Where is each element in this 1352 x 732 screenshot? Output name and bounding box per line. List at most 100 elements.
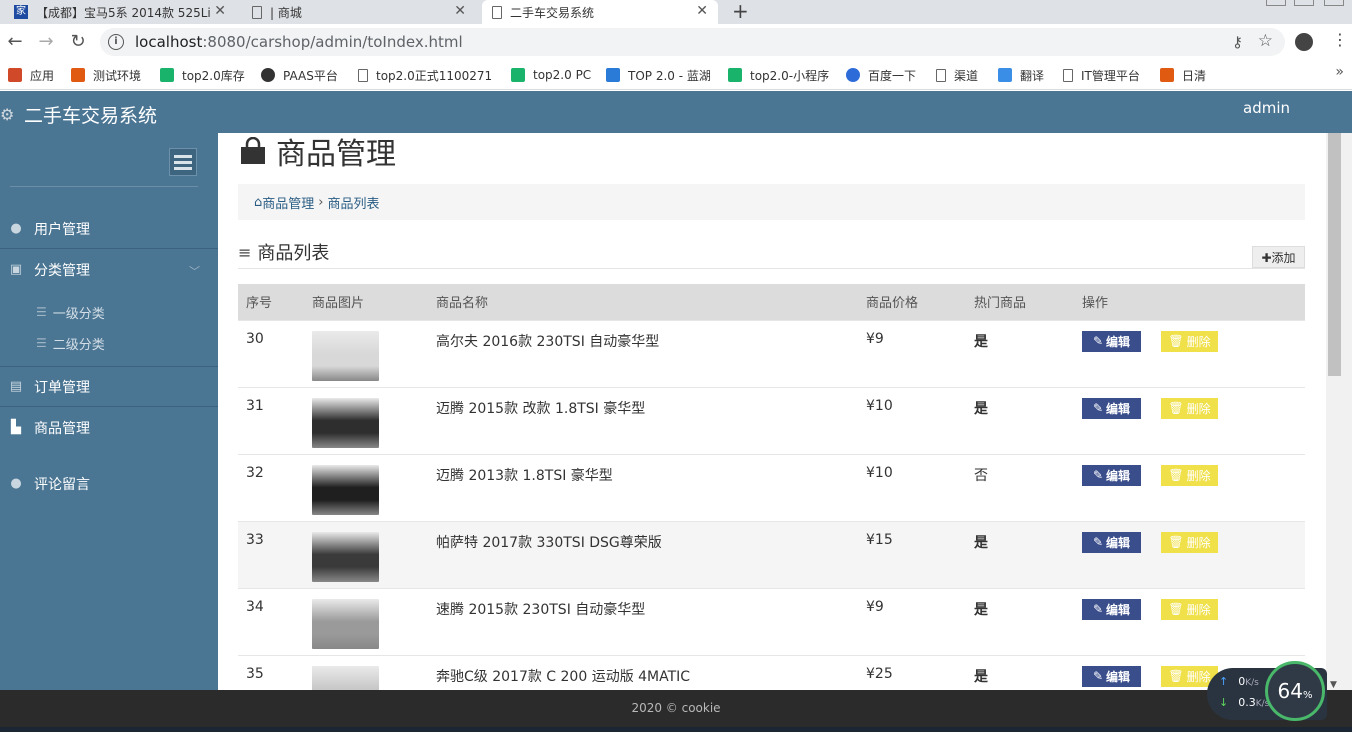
delete-button[interactable]: 🗑 删除 [1161, 464, 1218, 486]
delete-button[interactable]: 🗑 删除 [1161, 397, 1218, 419]
sidebar-item-products[interactable]: ▙ 商品管理 [0, 409, 218, 447]
product-image[interactable] [312, 531, 379, 582]
sidebar-item-categories[interactable]: ▣ 分类管理 ﹀ [0, 251, 218, 289]
bookmark-item[interactable]: top2.0 PC [511, 66, 591, 84]
user-icon: ● [10, 476, 22, 491]
profile-avatar-icon[interactable] [1295, 33, 1313, 51]
edit-button[interactable]: ✎ 编辑 [1082, 397, 1141, 419]
bookmark-item[interactable]: 渠道 [936, 66, 978, 84]
scroll-down-arrow-icon[interactable]: ▼ [1330, 680, 1337, 690]
edit-label: 编辑 [1106, 401, 1131, 416]
product-image-cell [304, 654, 428, 690]
list-icon: ☰ [36, 305, 47, 319]
close-icon[interactable]: ✕ [214, 3, 226, 19]
download-value: 0.3 [1238, 696, 1256, 709]
list-icon: ≡ [238, 242, 252, 262]
bookmarks-overflow-icon[interactable]: » [1335, 64, 1344, 80]
bookmark-item[interactable]: top2.0-小程序 [728, 66, 829, 84]
tab-label: 二手车交易系统 [510, 5, 595, 20]
browser-tab-2[interactable]: | 商城 ✕ [242, 0, 476, 24]
hamburger-menu-icon[interactable] [169, 148, 197, 176]
close-window-button[interactable] [1324, 0, 1344, 6]
product-image[interactable] [312, 330, 379, 381]
reload-icon[interactable]: ↻ [66, 30, 90, 54]
doc-icon [358, 68, 368, 82]
menu-kebab-icon[interactable]: ⋮ [1332, 32, 1348, 48]
bookmarks-bar: 应用 测试环境 top2.0库存 PAAS平台 top2.0正式1100271 … [0, 60, 1352, 90]
close-icon[interactable]: ✕ [696, 3, 708, 19]
product-image[interactable] [312, 665, 379, 690]
download-arrow-icon: ↓ [1219, 696, 1229, 709]
edit-button[interactable]: ✎ 编辑 [1082, 330, 1141, 352]
page-title-text: 商品管理 [276, 137, 396, 172]
info-icon[interactable]: i [108, 34, 124, 50]
edit-button[interactable]: ✎ 编辑 [1082, 531, 1141, 553]
bookmark-label: top2.0正式1100271 [376, 68, 493, 83]
delete-button[interactable]: 🗑 删除 [1161, 531, 1218, 553]
trash-icon: 🗑 [1168, 334, 1184, 348]
url-host: localhost [135, 33, 203, 51]
column-header: 序号 [246, 296, 273, 312]
sidebar-subitem-level2[interactable]: ☰ 二级分类 [36, 332, 105, 354]
edit-button[interactable]: ✎ 编辑 [1082, 598, 1141, 620]
apps-grid-icon [8, 68, 22, 82]
sidebar-item-users[interactable]: ● 用户管理 [0, 210, 218, 248]
minimize-button[interactable] [1266, 0, 1286, 6]
bookmark-item[interactable]: PAAS平台 [261, 66, 338, 84]
add-button[interactable]: ✚添加 [1252, 246, 1305, 268]
product-image[interactable] [312, 598, 379, 649]
bookmark-item[interactable]: top2.0库存 [160, 66, 245, 84]
sidebar-item-comments[interactable]: ● 评论留言 [0, 465, 218, 503]
url-text[interactable]: localhost:8080/carshop/admin/toIndex.htm… [135, 33, 463, 51]
bookmark-favicon-icon [261, 68, 275, 82]
shopping-bag-icon: ▙ [11, 420, 21, 435]
breadcrumb-link[interactable]: 商品管理 [262, 193, 314, 212]
memory-gauge[interactable]: 64% [1265, 661, 1325, 721]
product-price: ¥25 [858, 654, 966, 690]
edit-label: 编辑 [1106, 468, 1131, 483]
sidebar-item-orders[interactable]: ▤ 订单管理 [0, 368, 218, 406]
edit-icon: ✎ [1092, 334, 1104, 348]
close-icon[interactable]: ✕ [454, 3, 466, 19]
product-image[interactable] [312, 397, 379, 448]
bookmark-item[interactable]: 百度一下 [846, 66, 916, 84]
key-icon[interactable]: ⚷ [1232, 33, 1243, 51]
edit-icon: ✎ [1092, 602, 1104, 616]
divider [0, 366, 218, 367]
user-menu[interactable]: admin [1243, 99, 1290, 117]
url-field[interactable]: i localhost:8080/carshop/admin/toIndex.h… [100, 28, 1285, 56]
bookmark-item[interactable]: top2.0正式1100271 [358, 66, 496, 84]
sidebar-subitem-label: 二级分类 [52, 337, 105, 353]
bookmark-item[interactable]: 日清 [1160, 66, 1206, 84]
product-table: 序号 商品图片 商品名称 商品价格 热门商品 操作 30 高尔夫 2016款 23… [238, 284, 1305, 690]
back-arrow-icon[interactable]: ← [3, 30, 27, 54]
bookmark-item[interactable]: 应用 [8, 66, 54, 84]
product-image[interactable] [312, 464, 379, 515]
browser-tab-1[interactable]: 家 【成都】宝马5系 2014款 525Li ✕ [4, 0, 236, 24]
bookmark-item[interactable]: 测试环境 [71, 66, 141, 84]
edit-icon: ✎ [1092, 669, 1104, 683]
star-icon[interactable]: ☆ [1258, 31, 1273, 51]
page-title: 商品管理 [238, 133, 396, 172]
bookmark-item[interactable]: IT管理平台 [1063, 66, 1140, 84]
maximize-button[interactable] [1294, 0, 1314, 6]
delete-button[interactable]: 🗑 删除 [1161, 330, 1218, 352]
bookmark-item[interactable]: TOP 2.0 - 蓝湖 [606, 66, 711, 84]
sidebar-subitem-level1[interactable]: ☰ 一级分类 [36, 301, 105, 323]
breadcrumb-current[interactable]: 商品列表 [327, 193, 379, 212]
edit-button[interactable]: ✎ 编辑 [1082, 665, 1141, 687]
browser-tab-3[interactable]: 二手车交易系统 ✕ [482, 0, 718, 24]
download-speed: ↓ 0.3K/s [1219, 696, 1269, 709]
home-icon[interactable]: ⌂ [254, 195, 262, 210]
bookmark-item[interactable]: 翻译 [998, 66, 1044, 84]
table-row: 31 迈腾 2015款 改款 1.8TSI 豪华型 ¥10 是 ✎ 编辑 🗑 删除 [238, 386, 1305, 454]
delete-button[interactable]: 🗑 删除 [1161, 598, 1218, 620]
app-brand[interactable]: ⚙ 二手车交易系统 [0, 101, 157, 128]
forward-arrow-icon[interactable]: → [34, 30, 58, 54]
new-tab-button[interactable]: + [732, 0, 750, 24]
scrollbar-thumb[interactable] [1328, 133, 1341, 376]
delete-label: 删除 [1186, 535, 1211, 550]
product-image-cell [304, 386, 428, 454]
vertical-scrollbar[interactable]: ▼ [1326, 133, 1352, 690]
edit-button[interactable]: ✎ 编辑 [1082, 464, 1141, 486]
